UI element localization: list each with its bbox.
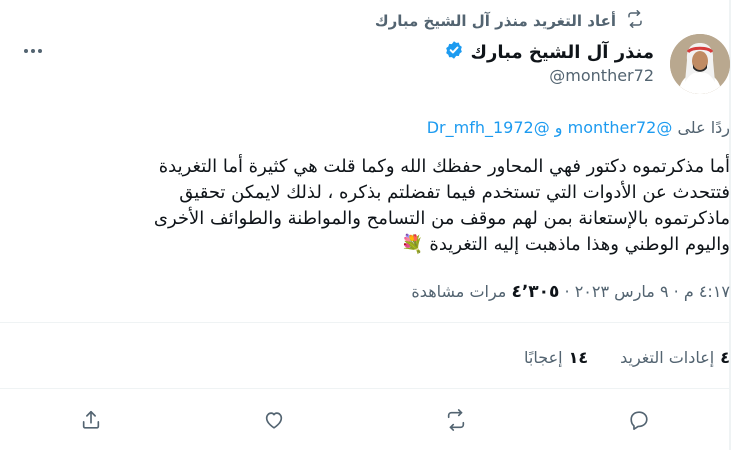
tweet-line: واليوم الوطني وهذا ماذهبت إليه التغريدة …	[401, 234, 730, 255]
tweet-time[interactable]: ٤:١٧ م	[684, 282, 730, 301]
tweet-date[interactable]: ٩ مارس ٢٠٢٣	[575, 282, 669, 301]
meta-separator: ·	[673, 282, 679, 301]
likes-label: إعجابًا	[524, 348, 563, 367]
views-count: ٤٬٣٠٥	[511, 282, 560, 302]
likes-stat[interactable]: ١٤ إعجابًا	[524, 348, 588, 367]
reply-icon[interactable]	[621, 402, 657, 438]
retweets-label: إعادات التغريد	[620, 348, 715, 367]
retweets-count: ٤	[720, 348, 730, 367]
more-icon[interactable]	[20, 38, 46, 64]
social-context[interactable]: أعاد التغريد منذر آل الشيخ مبارك	[375, 10, 644, 32]
social-context-text: أعاد التغريد منذر آل الشيخ مبارك	[374, 12, 616, 30]
divider	[0, 322, 730, 323]
likes-count: ١٤	[568, 348, 589, 367]
tweet-line: أما مذكرتموه دكتور فهي المحاور حفظك الله…	[158, 156, 730, 177]
author-name-row[interactable]: منذر آل الشيخ مبارك	[444, 40, 654, 65]
retweet-icon	[626, 10, 644, 32]
share-icon[interactable]	[73, 402, 109, 438]
retweet-button-icon[interactable]	[438, 402, 474, 438]
author-name[interactable]: منذر آل الشيخ مبارك	[470, 42, 654, 63]
verified-badge-icon	[444, 40, 464, 65]
author-handle[interactable]: @monther72	[549, 66, 654, 85]
tweet-line: ماذكرتموه بالإستعانة بمن لهم موقف من الت…	[153, 208, 730, 229]
tweet-stats: ٤ إعادات التغريد ١٤ إعجابًا	[524, 348, 730, 367]
divider	[0, 388, 730, 389]
tweet-meta: ٤:١٧ م · ٩ مارس ٢٠٢٣ · ٤٬٣٠٥ مرات مشاهدة	[411, 282, 730, 302]
retweets-stat[interactable]: ٤ إعادات التغريد	[620, 348, 730, 367]
reply-prefix: ردًا على	[677, 118, 730, 137]
meta-separator: ·	[564, 282, 570, 301]
reply-context: ردًا على @monther72 و @Dr_mfh_1972	[427, 118, 730, 137]
avatar[interactable]	[670, 34, 730, 94]
tweet-text: أما مذكرتموه دكتور فهي المحاور حفظك الله…	[44, 154, 730, 258]
reply-conjunction: و	[554, 118, 563, 137]
tweet-line: فتتحدث عن الأدوات التي تستخدم فيما تفضلت…	[179, 182, 730, 203]
action-bar	[0, 395, 730, 445]
reply-handle-2[interactable]: @Dr_mfh_1972	[427, 118, 550, 137]
views-label: مرات مشاهدة	[411, 282, 507, 301]
reply-handle-1[interactable]: @monther72	[568, 118, 673, 137]
like-icon[interactable]	[256, 402, 292, 438]
